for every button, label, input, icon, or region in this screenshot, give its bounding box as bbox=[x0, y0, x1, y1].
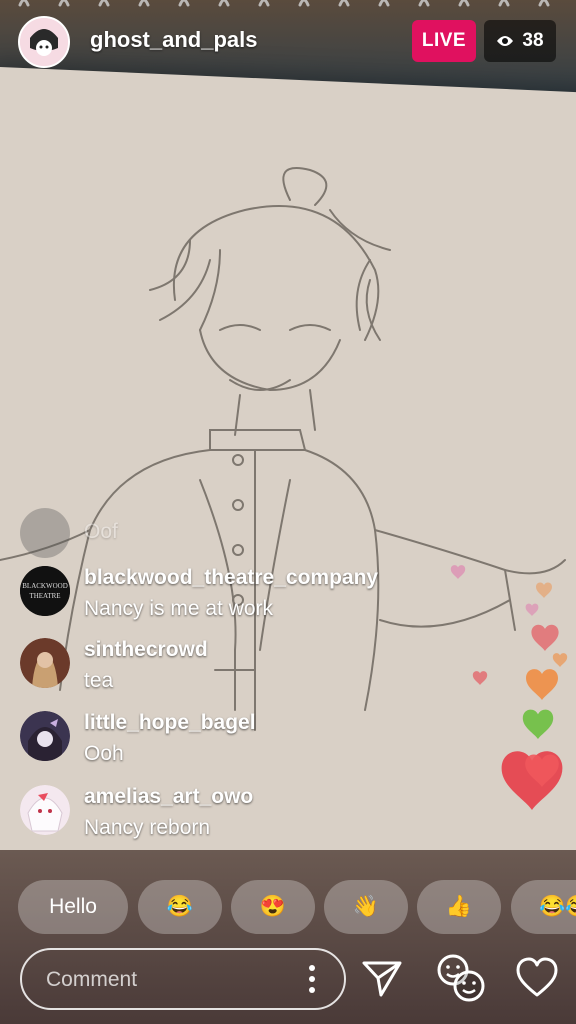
floating-hearts bbox=[450, 565, 568, 810]
streamer-avatar[interactable] bbox=[18, 16, 70, 68]
pencil-sketch bbox=[0, 0, 566, 731]
heart-icon bbox=[531, 624, 559, 651]
eye-icon bbox=[497, 36, 514, 46]
commenter-avatar[interactable]: BLACKWOOD THEATRE bbox=[20, 566, 70, 616]
heart-icon bbox=[472, 671, 488, 685]
send-icon[interactable] bbox=[357, 953, 407, 1003]
commenter-avatar[interactable] bbox=[20, 508, 70, 558]
commenter-username[interactable]: sinthecrowd bbox=[84, 638, 208, 662]
comment-text: Oof bbox=[84, 520, 118, 543]
heart-icon bbox=[552, 653, 568, 667]
svg-text:BLACKWOOD: BLACKWOOD bbox=[22, 582, 68, 590]
quick-reply-chip[interactable]: 😍 bbox=[231, 880, 315, 934]
commenter-username[interactable]: blackwood_theatre_company bbox=[84, 566, 378, 590]
commenter-avatar[interactable] bbox=[20, 638, 70, 688]
commenter-username[interactable]: little_hope_bagel bbox=[84, 711, 256, 735]
more-icon[interactable] bbox=[308, 964, 316, 994]
comment-text: Nancy reborn bbox=[84, 816, 211, 839]
streamer-username[interactable]: ghost_and_pals bbox=[90, 27, 257, 53]
viewer-count-badge[interactable]: 38 bbox=[484, 20, 556, 62]
heart-icon bbox=[526, 669, 558, 700]
quick-reply-chip[interactable]: 😂 bbox=[138, 880, 222, 934]
heart-icon bbox=[536, 582, 552, 598]
quick-reply-row: Hello 😂 😍 👋 👍 😂😂 bbox=[18, 880, 576, 936]
live-video-feed bbox=[0, 0, 576, 1024]
quick-reply-chip[interactable]: 👋 bbox=[324, 880, 408, 934]
viewer-count: 38 bbox=[522, 30, 544, 51]
commenter-avatar[interactable] bbox=[20, 785, 70, 835]
comment-text: tea bbox=[84, 669, 114, 692]
quick-reply-chip[interactable]: 😂😂 bbox=[511, 880, 576, 934]
svg-text:THEATRE: THEATRE bbox=[29, 592, 60, 600]
comment-text: Ooh bbox=[84, 742, 124, 765]
quick-reply-chip[interactable]: Hello bbox=[18, 880, 128, 934]
heart-icon[interactable] bbox=[512, 953, 562, 1003]
heart-icon bbox=[450, 565, 466, 579]
heart-icon bbox=[525, 603, 539, 616]
face-filter-icon[interactable] bbox=[433, 950, 489, 1006]
heart-icon bbox=[522, 709, 554, 739]
commenter-username[interactable]: amelias_art_owo bbox=[84, 785, 253, 809]
quick-reply-chip[interactable]: 👍 bbox=[417, 880, 501, 934]
comment-composer bbox=[20, 948, 346, 1010]
comment-text: Nancy is me at work bbox=[84, 597, 274, 620]
comment-input[interactable] bbox=[44, 960, 298, 1000]
commenter-avatar[interactable] bbox=[20, 711, 70, 761]
live-header: ghost_and_pals LIVE 38 bbox=[0, 0, 576, 90]
live-badge: LIVE bbox=[412, 20, 476, 62]
